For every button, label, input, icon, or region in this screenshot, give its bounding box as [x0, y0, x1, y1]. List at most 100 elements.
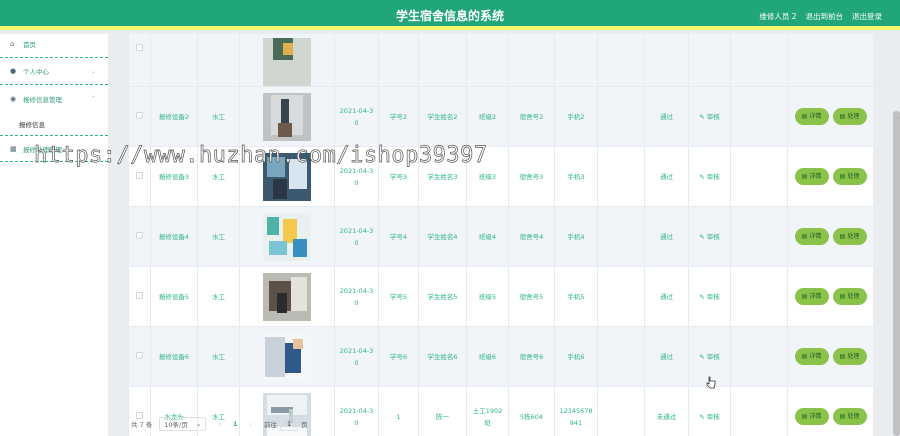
image-cell	[239, 34, 335, 87]
handle-button[interactable]: ▤ 处理	[832, 348, 867, 365]
row-checkbox[interactable]	[136, 351, 143, 359]
total-count: 共 7 条	[131, 421, 153, 429]
doc-icon: ▤	[839, 173, 846, 180]
repair-image	[263, 212, 311, 261]
doc-icon: ▤	[801, 293, 808, 300]
table-row-partial	[128, 34, 873, 87]
image-cell	[239, 206, 335, 267]
edit-icon: ✎	[699, 112, 705, 121]
review-cell: ✎ 审核	[688, 146, 731, 207]
row-checkbox[interactable]	[136, 231, 143, 239]
class-cell: 班级5	[466, 266, 509, 327]
page-size-select[interactable]: 10条/页 ⌄	[159, 417, 207, 431]
status-cell: 通过	[644, 326, 689, 387]
student-name-cell: 学生姓名6	[418, 326, 467, 387]
handle-button[interactable]: ▤ 处理	[832, 108, 867, 125]
review-link[interactable]: 审核	[707, 353, 720, 361]
detail-button[interactable]: ▤ 详情	[794, 108, 829, 125]
doc-icon: ▤	[839, 353, 846, 360]
repair-image	[263, 92, 311, 141]
repair-image	[263, 38, 311, 86]
phone-cell: 手机4	[554, 206, 598, 267]
row-checkbox[interactable]	[136, 171, 143, 179]
doc-icon: ▤	[801, 233, 808, 240]
class-cell: 班级2	[466, 86, 509, 147]
review-link[interactable]: 审核	[707, 293, 720, 301]
goto-unit: 页	[301, 421, 308, 429]
table-row: 报修设备4 水工 2021-04-3 0 学号4 学生姓名4 班级4 宿舍号4 …	[128, 206, 873, 267]
review-cell: ✎ 审核	[688, 86, 731, 147]
row-checkbox[interactable]	[136, 111, 143, 119]
device-cell: 报修设备5	[150, 266, 198, 327]
student-name-cell: 学生姓名3	[418, 146, 467, 207]
detail-button[interactable]: ▤ 详情	[794, 228, 829, 245]
edit-icon: ✎	[699, 292, 705, 301]
empty-cell	[597, 86, 645, 147]
row-checkbox[interactable]	[136, 291, 143, 299]
detail-button[interactable]: ▤ 详情	[794, 348, 829, 365]
sidebar: ⌂ 首页 ● 个人中心 ⌄ ◉ 报修信息管理 ⌃ 报修信息 ▦ 报修处理管理 ⌄	[0, 34, 108, 436]
detail-button[interactable]: ▤ 详情	[794, 288, 829, 305]
exit-to-front-link[interactable]: 退出到前台	[806, 11, 844, 22]
student-no-cell: 学号5	[378, 266, 419, 327]
sidebar-subitem-repair-info[interactable]: 报修信息	[0, 112, 108, 136]
student-no-cell: 学号4	[378, 206, 419, 267]
date-cell: 2021-04-3 0	[334, 206, 379, 267]
scrollbar[interactable]	[893, 111, 900, 436]
sidebar-item-repair-handle[interactable]: ▦ 报修处理管理 ⌄	[0, 135, 108, 162]
row-checkbox[interactable]	[136, 44, 143, 51]
table-row: 报修设备6 水工 2021-04-3 0 学号6 学生姓名6 班级6 宿舍号6 …	[128, 326, 873, 387]
status-cell: 通过	[644, 206, 689, 267]
row-checkbox-cell	[128, 326, 151, 387]
status-cell: 通过	[644, 86, 689, 147]
repair-table: 报修设备2 水工 2021-04-3 0 学号2 学生姓名2 班级2 宿舍号2 …	[128, 34, 873, 436]
empty-cell	[730, 206, 788, 267]
status-cell: 通过	[644, 146, 689, 207]
cursor-icon	[706, 376, 716, 389]
status-cell: 通过	[644, 266, 689, 327]
student-no-cell: 学号6	[378, 326, 419, 387]
sidebar-subitem-label: 报修信息	[19, 121, 45, 129]
phone-cell: 手机3	[554, 146, 598, 207]
device-cell: 报修设备3	[150, 146, 198, 207]
phone-cell: 手机6	[554, 326, 598, 387]
handle-button[interactable]: ▤ 处理	[832, 228, 867, 245]
dorm-cell: 宿舍号4	[508, 206, 555, 267]
date-cell: 2021-04-3 0	[334, 266, 379, 327]
sidebar-item-repair-info[interactable]: ◉ 报修信息管理 ⌃	[0, 85, 108, 112]
detail-button[interactable]: ▤ 详情	[794, 168, 829, 185]
sidebar-item-home[interactable]: ⌂ 首页	[0, 31, 108, 58]
dorm-cell: 宿舍号5	[508, 266, 555, 327]
grid-icon: ▦	[10, 144, 17, 153]
review-link[interactable]: 审核	[707, 173, 720, 181]
page-number[interactable]: 1	[233, 420, 238, 428]
row-checkbox-cell	[128, 34, 151, 87]
student-no-cell: 学号2	[378, 86, 419, 147]
device-cell: 报修设备4	[150, 206, 198, 267]
type-cell: 水工	[197, 326, 240, 387]
edit-icon: ✎	[699, 352, 705, 361]
logout-link[interactable]: 退出登录	[852, 11, 882, 22]
goto-page-input[interactable]: 1	[280, 417, 299, 431]
header-links: 维修人员 2 退出到前台 退出登录	[759, 11, 882, 22]
dorm-cell: 宿舍号6	[508, 326, 555, 387]
handle-button[interactable]: ▤ 处理	[832, 168, 867, 185]
prev-page-button[interactable]: ‹	[218, 420, 221, 428]
actions-cell: ▤ 详情 ▤ 处理	[787, 266, 873, 327]
top-header: 学生宿舍信息的系统 维修人员 2 退出到前台 退出登录	[0, 0, 900, 30]
doc-icon: ▤	[801, 173, 808, 180]
user-role-label[interactable]: 维修人员 2	[759, 11, 796, 22]
device-cell: 报修设备6	[150, 326, 198, 387]
handle-button[interactable]: ▤ 处理	[832, 288, 867, 305]
repair-image	[263, 272, 311, 321]
review-link[interactable]: 审核	[707, 113, 720, 121]
sidebar-item-personal[interactable]: ● 个人中心 ⌄	[0, 58, 108, 85]
date-cell: 2021-04-3 0	[334, 146, 379, 207]
table-row: 报修设备2 水工 2021-04-3 0 学号2 学生姓名2 班级2 宿舍号2 …	[128, 86, 873, 147]
chevron-up-icon: ⌃	[90, 95, 96, 102]
review-link[interactable]: 审核	[707, 233, 720, 241]
class-cell: 班级4	[466, 206, 509, 267]
next-page-button[interactable]: ›	[249, 420, 252, 428]
empty-cell	[597, 146, 645, 207]
type-cell: 水工	[197, 86, 240, 147]
